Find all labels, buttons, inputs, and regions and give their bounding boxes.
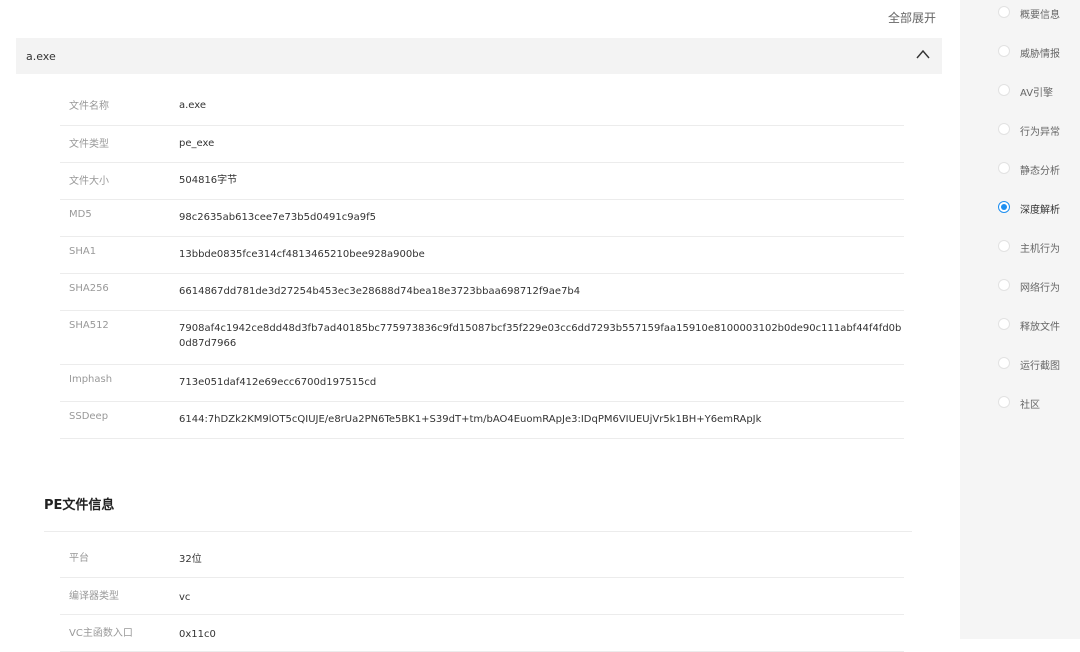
file-name-title: a.exe [26, 49, 56, 63]
field-label: 文件名称 [60, 88, 179, 126]
step-dot-active-icon [998, 201, 1010, 213]
step-dot-icon [998, 123, 1010, 135]
step-dot-icon [998, 357, 1010, 369]
field-value: a.exe [179, 88, 904, 126]
field-value: 7908af4c1942ce8dd48d3fb7ad40185bc7759738… [179, 310, 904, 365]
field-label: SHA256 [60, 273, 179, 311]
nav-item-label: 威胁情报 [1020, 49, 1060, 60]
step-dot-icon [998, 162, 1010, 174]
nav-item-label: 静态分析 [1020, 166, 1060, 177]
field-label: Imphash [60, 364, 179, 402]
step-dot-icon [998, 240, 1010, 252]
table-row: Imphash 713e051daf412e69ecc6700d197515cd [60, 364, 904, 402]
field-label: SSDeep [60, 401, 179, 439]
file-info-table: 文件名称 a.exe 文件类型 pe_exe 文件大小 504816字节 MD5… [60, 88, 904, 439]
field-value: 6144:7hDZk2KM9lOT5cQIUJE/e8rUa2PN6Te5BK1… [179, 401, 904, 439]
nav-item-label: 网络行为 [1020, 283, 1060, 294]
pe-info-table: 平台 32位 编译器类型 vc VC主函数入口 0x11c0 [60, 540, 904, 652]
field-label: 编译器类型 [60, 577, 179, 615]
file-collapse-header[interactable]: a.exe [16, 38, 942, 74]
table-row: 文件类型 pe_exe [60, 125, 904, 163]
pe-info-heading: PE文件信息 [44, 498, 115, 513]
field-label: 平台 [60, 540, 179, 578]
section-nav-sidebar: 概要信息 威胁情报 AV引擎 行为异常 静态分析 深度解析 主机行为 网络行为 … [960, 0, 1080, 639]
expand-all-button[interactable]: 全部展开 [888, 9, 936, 26]
field-label: MD5 [60, 199, 179, 237]
field-value: 98c2635ab613cee7e73b5d0491c9a9f5 [179, 199, 904, 237]
field-label: SHA512 [60, 310, 179, 365]
table-row: 文件名称 a.exe [60, 88, 904, 126]
table-row: 文件大小 504816字节 [60, 162, 904, 200]
field-label: SHA1 [60, 236, 179, 274]
field-value: 504816字节 [179, 162, 904, 200]
nav-item-label: AV引擎 [1020, 88, 1054, 99]
field-value: 13bbde0835fce314cf4813465210bee928a900be [179, 236, 904, 274]
step-dot-icon [998, 84, 1010, 96]
step-dot-icon [998, 279, 1010, 291]
table-row: SSDeep 6144:7hDZk2KM9lOT5cQIUJE/e8rUa2PN… [60, 401, 904, 439]
table-row: VC主函数入口 0x11c0 [60, 614, 904, 652]
step-dot-icon [998, 6, 1010, 18]
step-dot-icon [998, 396, 1010, 408]
report-main: 全部展开 a.exe 文件名称 a.exe 文件类型 pe_exe 文件大小 5… [0, 0, 960, 652]
nav-item-label: 概要信息 [1020, 10, 1060, 21]
table-row: MD5 98c2635ab613cee7e73b5d0491c9a9f5 [60, 199, 904, 237]
table-row: SHA512 7908af4c1942ce8dd48d3fb7ad40185bc… [60, 310, 904, 365]
field-label: VC主函数入口 [60, 614, 179, 652]
step-dot-icon [998, 318, 1010, 330]
step-dot-icon [998, 45, 1010, 57]
field-value: 6614867dd781de3d27254b453ec3e28688d74bea… [179, 273, 904, 311]
table-row: 平台 32位 [60, 540, 904, 578]
field-label: 文件类型 [60, 125, 179, 163]
table-row: SHA256 6614867dd781de3d27254b453ec3e2868… [60, 273, 904, 311]
divider [44, 531, 912, 532]
field-value: 32位 [179, 540, 904, 578]
field-value: 0x11c0 [179, 614, 904, 652]
nav-item-label: 社区 [1020, 400, 1040, 411]
table-row: 编译器类型 vc [60, 577, 904, 615]
table-row: SHA1 13bbde0835fce314cf4813465210bee928a… [60, 236, 904, 274]
nav-item-label: 行为异常 [1020, 127, 1060, 138]
nav-item-label: 运行截图 [1020, 361, 1060, 372]
nav-item-label: 释放文件 [1020, 322, 1060, 333]
chevron-up-icon[interactable] [916, 48, 930, 62]
field-label: 文件大小 [60, 162, 179, 200]
nav-item-label: 深度解析 [1020, 205, 1060, 216]
field-value: vc [179, 577, 904, 615]
field-value: pe_exe [179, 125, 904, 163]
nav-item-label: 主机行为 [1020, 244, 1060, 255]
field-value: 713e051daf412e69ecc6700d197515cd [179, 364, 904, 402]
